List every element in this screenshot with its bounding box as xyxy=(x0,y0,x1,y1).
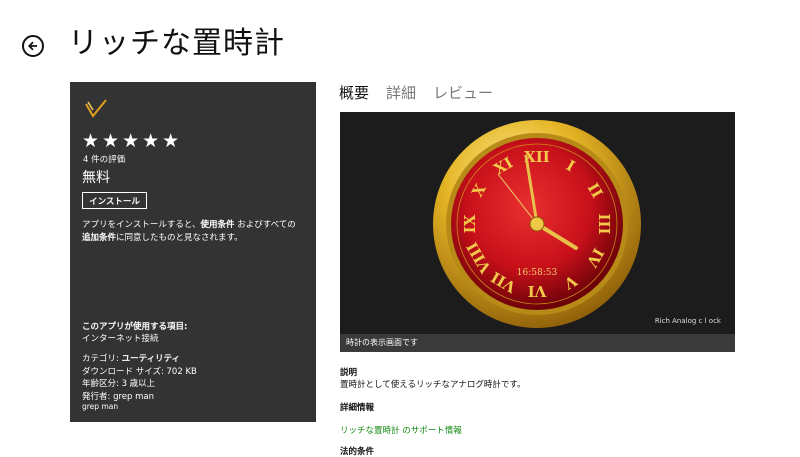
category-row: カテゴリ: ユーティリティ xyxy=(82,354,181,364)
page-title: リッチな置時計 xyxy=(68,26,285,61)
download-size: ダウンロード サイズ: 702 KB xyxy=(82,366,197,377)
screenshot-watermark: Rich Analog c l ock xyxy=(654,317,721,325)
price-label: 無料 xyxy=(82,170,110,186)
description-heading: 説明 xyxy=(340,368,358,378)
developer-name: grep man xyxy=(82,402,119,411)
app-metadata: カテゴリ: ユーティリティ ダウンロード サイズ: 702 KB 年齢区分: 3… xyxy=(82,353,197,403)
permissions-heading: このアプリが使用する項目: xyxy=(82,322,188,332)
tab-bar: 概要 詳細 レビュー xyxy=(339,82,510,103)
permission-item: インターネット接続 xyxy=(82,334,159,344)
clock-center-cap xyxy=(529,216,545,232)
digital-time: 16:58:53 xyxy=(517,268,558,278)
rating-count: 4 件の評価 xyxy=(83,155,126,165)
app-info-panel: ★★★★★ 4 件の評価 無料 インストール アプリをインストールすると、使用条… xyxy=(70,82,316,422)
clock-numeral: III xyxy=(595,213,613,234)
support-link[interactable]: リッチな置時計 のサポート情報 xyxy=(340,424,462,436)
install-button[interactable]: インストール xyxy=(82,192,147,209)
clock-numeral: IX xyxy=(461,214,479,233)
back-button[interactable] xyxy=(22,35,44,57)
description-body: 置時計として使えるリッチなアナログ時計です。 xyxy=(340,380,526,390)
tab-overview[interactable]: 概要 xyxy=(339,82,369,103)
additional-terms-link[interactable]: 追加条件 xyxy=(82,233,116,243)
screenshot-caption: 時計の表示画面です xyxy=(340,334,735,352)
terms-text: アプリをインストールすると、使用条件 およびすべての 追加条件に同意したものと見… xyxy=(82,220,296,243)
back-arrow-icon xyxy=(27,41,37,51)
app-screenshot[interactable]: XII I II III IV V VI VII VIII IX X XI 16:58:53 Rich… xyxy=(340,112,735,352)
rating-stars: ★★★★★ xyxy=(82,130,183,152)
app-logo-icon xyxy=(85,99,107,118)
details-heading: 詳細情報 xyxy=(340,403,375,413)
clock-numeral: VI xyxy=(528,282,548,300)
terms-of-use-link[interactable]: 使用条件 xyxy=(201,220,235,230)
tab-reviews[interactable]: レビュー xyxy=(433,82,493,103)
analog-clock-image: XII IIIIIIIVVVIVIIVIIIIXXXI 16:58:53 xyxy=(433,120,641,328)
tab-details[interactable]: 詳細 xyxy=(386,82,416,103)
age-rating: 年齢区分: 3 歳以上 xyxy=(82,379,156,389)
legal-heading: 法的条件 xyxy=(340,447,375,457)
